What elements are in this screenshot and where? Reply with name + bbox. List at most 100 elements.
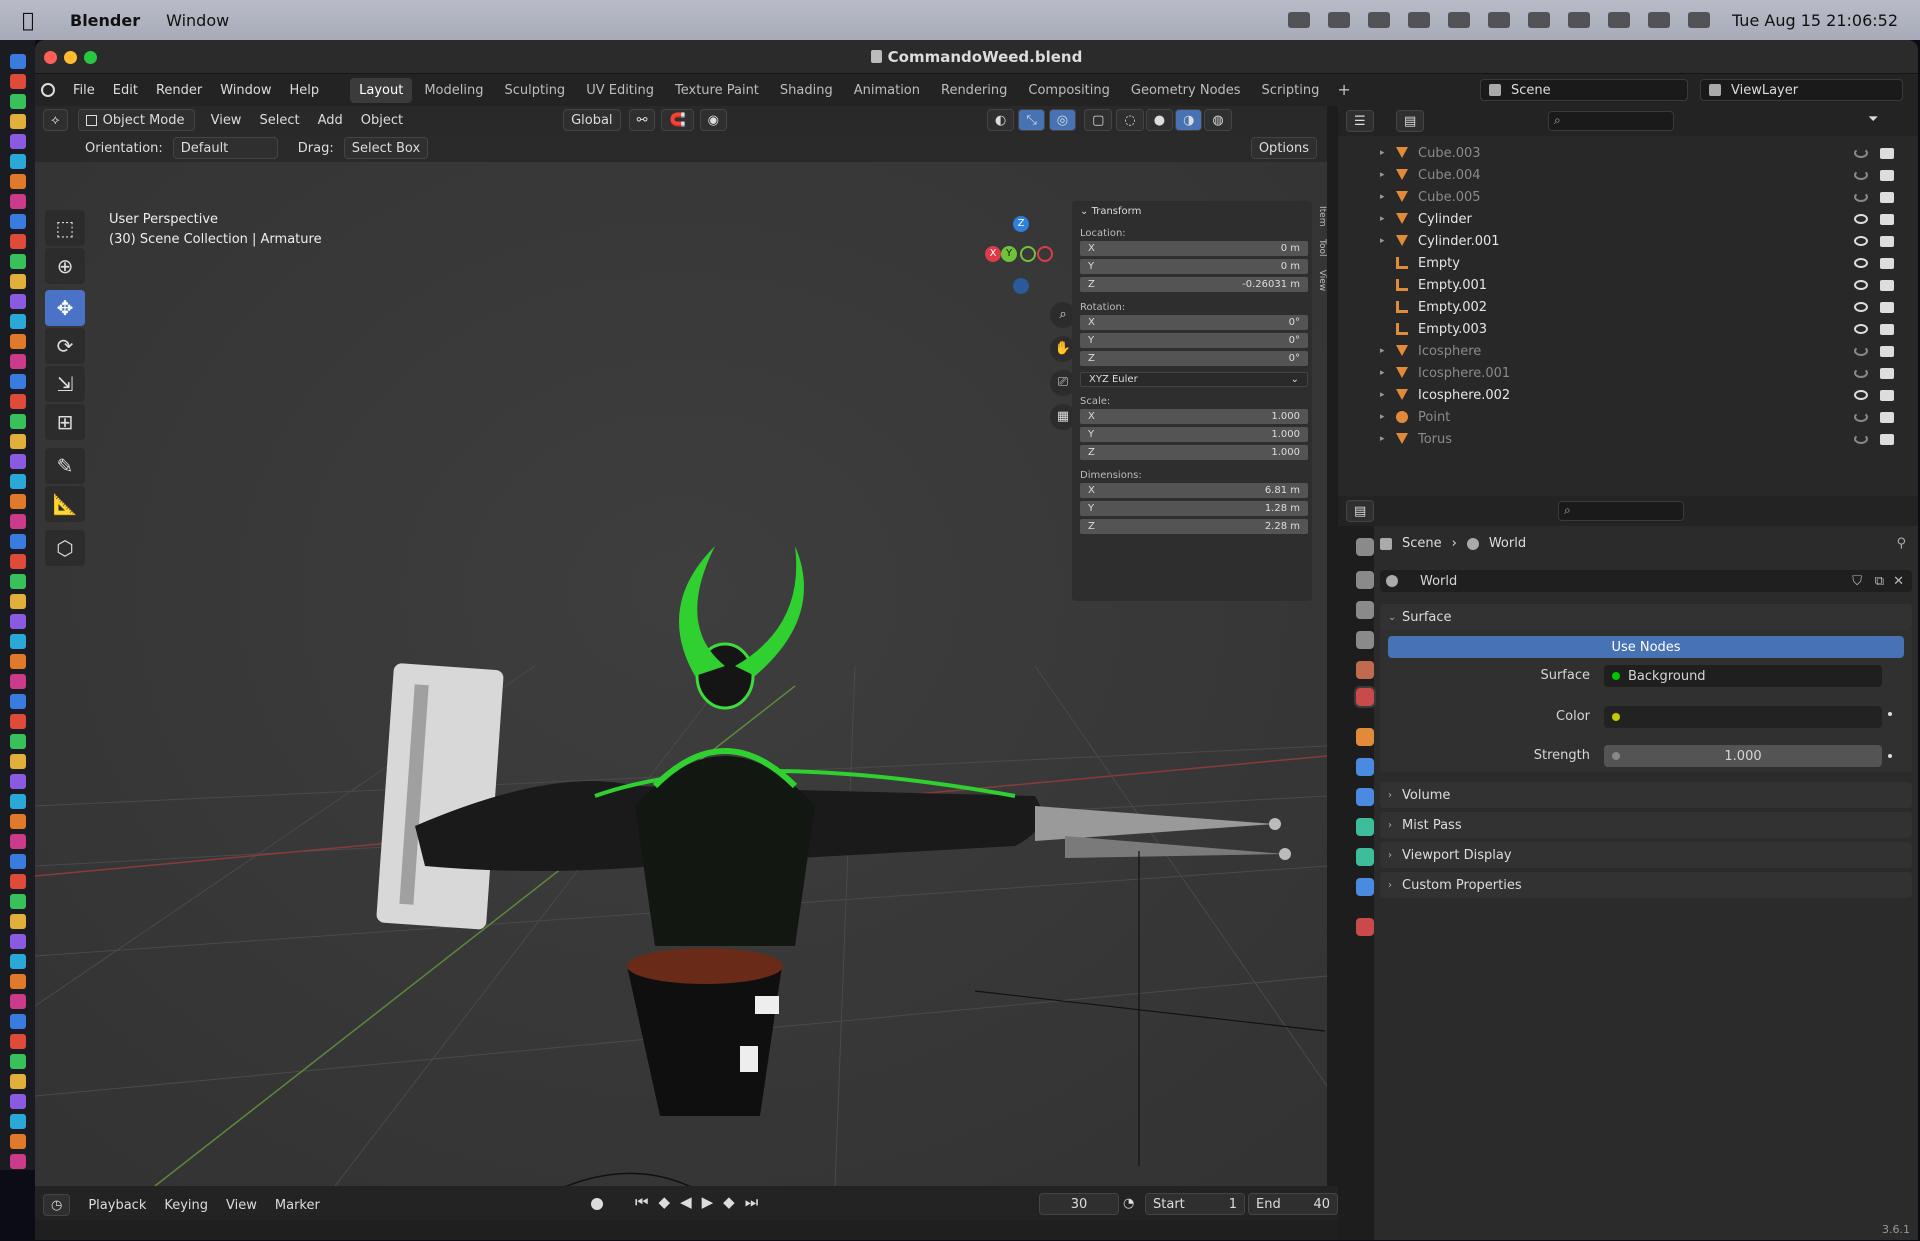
outliner-row[interactable]: ▸ Icosphere.002 xyxy=(1338,384,1918,406)
properties-search-input[interactable]: ⌕ xyxy=(1558,501,1684,521)
particles-tab-icon[interactable] xyxy=(1356,788,1374,806)
strength-field[interactable]: 1.000 xyxy=(1604,745,1882,767)
status-icon[interactable] xyxy=(1287,12,1310,28)
render-camera-icon[interactable] xyxy=(1880,170,1894,181)
dock-app-icon[interactable] xyxy=(10,574,26,589)
surface-section-header[interactable]: ⌄ Surface xyxy=(1380,604,1912,630)
location-z-field[interactable]: Z -0.26031 m xyxy=(1080,277,1308,292)
status-icon[interactable] xyxy=(1327,12,1350,28)
menu-file[interactable]: File xyxy=(73,83,95,98)
volume-section-header[interactable]: › Volume xyxy=(1380,782,1912,808)
dock-app-icon[interactable] xyxy=(10,754,26,769)
outliner-row[interactable]: Empty.001 xyxy=(1338,274,1918,296)
location-x-field[interactable]: X0 m xyxy=(1080,241,1308,256)
fake-user-icon[interactable]: ⛉ xyxy=(1852,574,1862,589)
snap-icon[interactable]: 🧲 xyxy=(661,109,694,131)
dimensions-z-field[interactable]: Z 2.28 m xyxy=(1080,519,1308,534)
dock-app-icon[interactable] xyxy=(10,994,26,1009)
visibility-eye-icon[interactable] xyxy=(1854,346,1868,356)
gizmo-x[interactable]: X xyxy=(985,246,1001,262)
dock-app-icon[interactable] xyxy=(10,794,26,809)
mode-selector[interactable]: Object Mode xyxy=(77,109,195,131)
battery-icon[interactable] xyxy=(1567,12,1590,28)
dock-app-icon[interactable] xyxy=(10,954,26,969)
tab-uv-editing[interactable]: UV Editing xyxy=(577,78,663,103)
dock-app-icon[interactable] xyxy=(10,154,26,169)
outliner-row[interactable]: ▸ Torus xyxy=(1338,428,1918,450)
tab-shading[interactable]: Shading xyxy=(771,78,842,103)
visibility-eye-icon[interactable] xyxy=(1854,390,1868,400)
visibility-eye-icon[interactable] xyxy=(1854,258,1868,268)
dock-app-icon[interactable] xyxy=(10,474,26,489)
expand-icon[interactable]: ▸ xyxy=(1380,148,1385,158)
status-icon[interactable] xyxy=(1407,12,1430,28)
add-workspace-button[interactable]: + xyxy=(1331,78,1356,103)
wifi-icon[interactable] xyxy=(1527,12,1550,28)
scale-z-field[interactable]: Z 1.000 xyxy=(1080,445,1308,460)
sidebar-tab-view[interactable]: View xyxy=(1317,270,1327,291)
control-center-icon[interactable] xyxy=(1647,12,1670,28)
move-tool-icon[interactable]: ✥ xyxy=(45,290,85,326)
render-camera-icon[interactable] xyxy=(1880,390,1894,401)
menu-render[interactable]: Render xyxy=(156,83,202,98)
start-frame-field[interactable]: Start 1 xyxy=(1145,1193,1245,1215)
dock-app-icon[interactable] xyxy=(10,774,26,789)
expand-icon[interactable]: ▸ xyxy=(1380,390,1385,400)
dock-app-icon[interactable] xyxy=(10,714,26,729)
expand-icon[interactable]: ▸ xyxy=(1380,192,1385,202)
dock-app-icon[interactable] xyxy=(10,1154,26,1169)
menu-window[interactable]: Window xyxy=(220,83,271,98)
tab-rendering[interactable]: Rendering xyxy=(932,78,1016,103)
search-icon[interactable] xyxy=(1607,12,1630,28)
tab-sculpting[interactable]: Sculpting xyxy=(495,78,574,103)
render-camera-icon[interactable] xyxy=(1880,192,1894,203)
gizmo-y[interactable]: Y xyxy=(1001,246,1017,262)
dock-app-icon[interactable] xyxy=(10,974,26,989)
world-datablock[interactable]: World ⛉ ⧉ ✕ xyxy=(1380,570,1912,592)
visibility-eye-icon[interactable] xyxy=(1854,214,1868,224)
visibility-eye-icon[interactable] xyxy=(1854,434,1868,444)
visibility-eye-icon[interactable] xyxy=(1854,412,1868,422)
tab-scripting[interactable]: Scripting xyxy=(1253,78,1329,103)
dock-app-icon[interactable] xyxy=(10,814,26,829)
expand-icon[interactable]: ▸ xyxy=(1380,412,1385,422)
xray-toggle-icon[interactable]: ▢ xyxy=(1084,109,1113,131)
annotate-tool-icon[interactable]: ✎ xyxy=(45,448,85,484)
timeline-menu-marker[interactable]: Marker xyxy=(275,1198,320,1213)
timeline-menu-keying[interactable]: Keying xyxy=(164,1198,208,1213)
next-keyframe-icon[interactable]: ◆ xyxy=(723,1193,735,1211)
jump-end-icon[interactable]: ⏭ xyxy=(745,1193,759,1211)
scale-x-field[interactable]: X 1.000 xyxy=(1080,409,1308,424)
physics-tab-icon[interactable] xyxy=(1356,818,1374,836)
filter-icon[interactable]: ⏷ xyxy=(1868,112,1878,127)
render-camera-icon[interactable] xyxy=(1880,302,1894,313)
select-box-tool-icon[interactable]: ⬚ xyxy=(45,210,85,246)
mist-pass-section-header[interactable]: › Mist Pass xyxy=(1380,812,1912,838)
keyframe-dot-icon[interactable] xyxy=(1888,712,1892,716)
visibility-eye-icon[interactable] xyxy=(1854,192,1868,202)
outliner-editor-type-icon[interactable]: ☰ xyxy=(1346,110,1374,132)
render-camera-icon[interactable] xyxy=(1880,412,1894,423)
dock-app-icon[interactable] xyxy=(10,334,26,349)
unlink-icon[interactable]: ✕ xyxy=(1893,574,1904,589)
dock-app-icon[interactable] xyxy=(10,254,26,269)
play-icon[interactable]: ▶ xyxy=(702,1193,714,1211)
pivot-icon[interactable]: ⚯ xyxy=(628,109,656,131)
dock-app-icon[interactable] xyxy=(10,294,26,309)
render-camera-icon[interactable] xyxy=(1880,280,1894,291)
dock-app-icon[interactable] xyxy=(10,654,26,669)
visibility-eye-icon[interactable] xyxy=(1854,324,1868,334)
siri-icon[interactable] xyxy=(1687,12,1710,28)
dock-app-icon[interactable] xyxy=(10,1134,26,1149)
dock-app-icon[interactable] xyxy=(10,514,26,529)
scale-y-field[interactable]: Y 1.000 xyxy=(1080,427,1308,442)
clock[interactable]: Tue Aug 15 21:06:52 xyxy=(1732,11,1898,30)
visibility-eye-icon[interactable] xyxy=(1854,280,1868,290)
gizmo-neg-x[interactable] xyxy=(1037,246,1053,262)
render-camera-icon[interactable] xyxy=(1880,324,1894,335)
tab-texture-paint[interactable]: Texture Paint xyxy=(666,78,768,103)
data-tab-icon[interactable] xyxy=(1356,878,1374,896)
menu-help[interactable]: Help xyxy=(290,83,320,98)
menubar-window[interactable]: Window xyxy=(166,11,229,30)
world-name-field[interactable]: World xyxy=(1420,574,1457,589)
